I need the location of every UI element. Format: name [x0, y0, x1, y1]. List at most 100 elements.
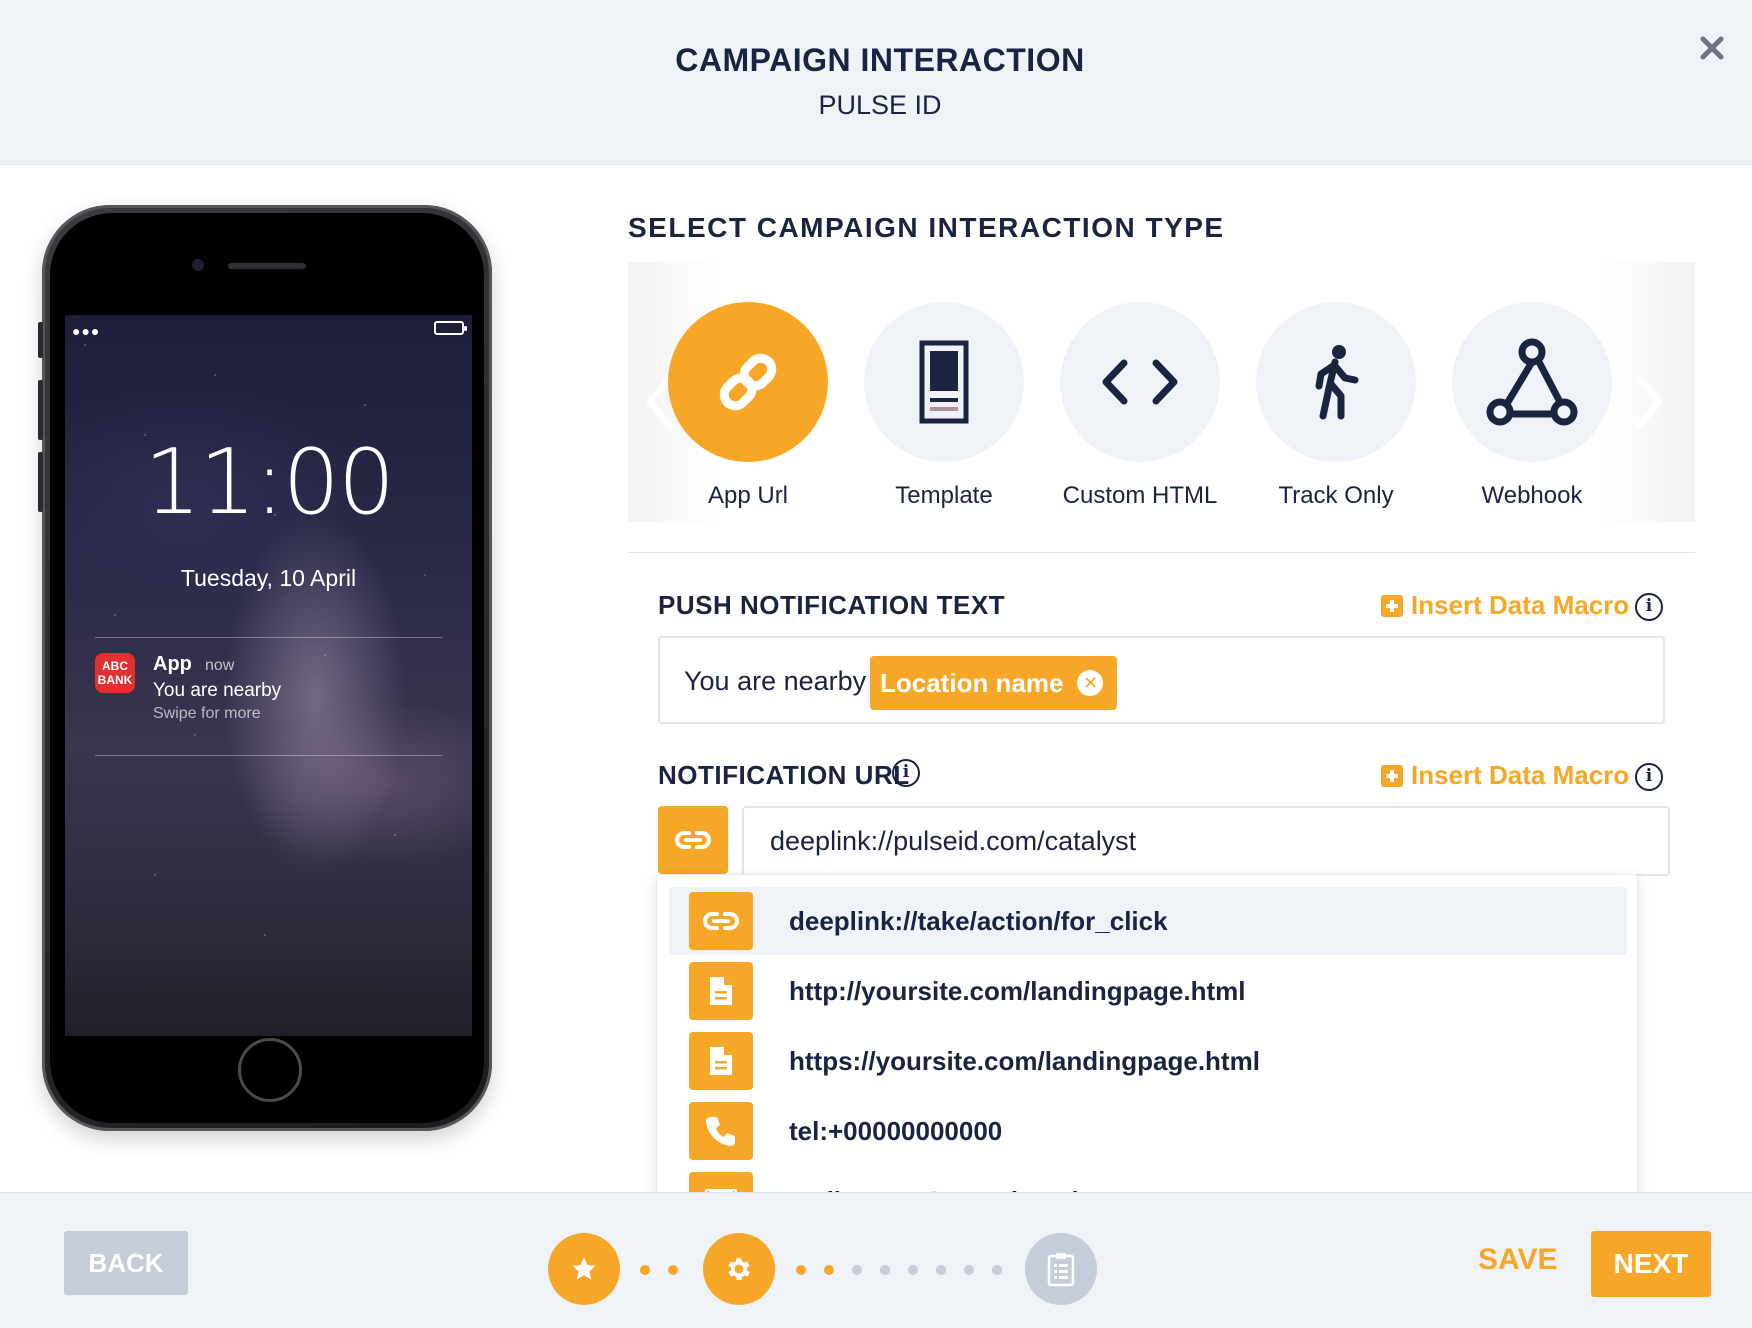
phone-camera: [192, 259, 204, 271]
plus-icon: [1381, 594, 1403, 617]
divider: [95, 755, 442, 756]
macro-chip: Location name ✕: [870, 656, 1118, 710]
suggestion-text: deeplink://take/action/for_click: [789, 905, 1168, 936]
save-button[interactable]: SAVE: [1478, 1243, 1557, 1277]
push-text-label: PUSH NOTIFICATION TEXT: [658, 590, 1006, 620]
close-icon: [1700, 36, 1724, 60]
section-divider: [628, 552, 1695, 553]
progress-dot: [936, 1265, 946, 1275]
notification-url-input[interactable]: [742, 806, 1670, 876]
interaction-type-carousel: App Url Template Custom HTML Track Only …: [628, 262, 1695, 522]
type-track-only-circle: [1256, 302, 1416, 462]
type-track-only[interactable]: Track Only: [1256, 302, 1416, 510]
back-button[interactable]: BACK: [64, 1231, 188, 1295]
suggestion-icon-box: [689, 892, 753, 950]
notification-card: ABC BANK App now You are nearby Swipe fo…: [95, 653, 442, 733]
phone-side-button: [38, 322, 43, 358]
link-icon: [703, 912, 739, 930]
push-text-input[interactable]: You are nearby Location name ✕: [658, 636, 1665, 724]
lock-clock: 11:00: [143, 430, 395, 535]
phone-speaker: [228, 263, 306, 269]
step-details[interactable]: [548, 1233, 620, 1305]
step-interaction[interactable]: [703, 1233, 775, 1305]
progress-dot: [824, 1265, 834, 1275]
suggestion-item[interactable]: http://yoursite.com/landingpage.html: [669, 957, 1627, 1025]
macro-chip-label: Location name: [880, 667, 1064, 698]
app-icon: ABC BANK: [95, 653, 135, 693]
info-icon[interactable]: i: [1635, 593, 1663, 621]
url-type-button[interactable]: [658, 806, 728, 874]
page-subtitle: PULSE ID: [818, 90, 942, 120]
carousel-next-button[interactable]: [1635, 372, 1665, 432]
suggestion-icon-box: [689, 1102, 753, 1160]
document-icon: [710, 1047, 732, 1075]
star-icon: [572, 1257, 596, 1280]
suggestion-icon-box: [689, 962, 753, 1020]
step-review[interactable]: [1025, 1233, 1097, 1305]
progress-dot: [964, 1265, 974, 1275]
suggestion-item[interactable]: tel:+00000000000: [669, 1097, 1627, 1165]
walking-person-icon: [1315, 345, 1359, 420]
divider: [95, 637, 442, 638]
plus-icon: [1381, 764, 1403, 787]
template-icon: [919, 340, 969, 424]
notification-hint: Swipe for more: [153, 705, 261, 722]
link-icon: [719, 353, 777, 411]
info-icon[interactable]: i: [892, 759, 920, 787]
type-app-url-circle: [668, 302, 828, 462]
progress-dot: [640, 1265, 650, 1275]
type-app-url[interactable]: App Url: [668, 302, 828, 510]
modal-header: CAMPAIGN INTERACTION PULSE ID: [0, 0, 1752, 165]
phone-volume-up: [38, 380, 43, 440]
code-icon: [1102, 359, 1178, 405]
signal-icon: ●●●: [72, 323, 101, 339]
gear-icon: [728, 1258, 750, 1280]
next-button[interactable]: NEXT: [1591, 1231, 1711, 1297]
type-label: Track Only: [1278, 482, 1394, 509]
notification-app-name: App: [153, 653, 192, 675]
phone-home-button: [238, 1038, 302, 1102]
suggestion-item[interactable]: https://yoursite.com/landingpage.html: [669, 1027, 1627, 1095]
suggestion-item[interactable]: deeplink://take/action/for_click: [669, 887, 1627, 955]
type-label: Template: [895, 482, 993, 509]
webhook-icon: [1486, 338, 1578, 426]
suggestion-text: tel:+00000000000: [789, 1115, 1003, 1146]
type-custom-html[interactable]: Custom HTML: [1060, 302, 1220, 510]
document-icon: [710, 977, 732, 1005]
type-label: Custom HTML: [1062, 482, 1218, 509]
type-label: App Url: [707, 482, 789, 509]
progress-dot: [992, 1265, 1002, 1275]
type-webhook-circle: [1452, 302, 1612, 462]
suggestion-text: http://yoursite.com/landingpage.html: [789, 975, 1246, 1006]
progress-dot: [908, 1265, 918, 1275]
type-webhook[interactable]: Webhook: [1452, 302, 1612, 510]
close-button[interactable]: [1692, 28, 1732, 68]
page-title: CAMPAIGN INTERACTION: [675, 42, 1085, 78]
suggestion-icon-box: [689, 1032, 753, 1090]
link-icon: [675, 831, 711, 849]
notification-url-label: NOTIFICATION URL: [658, 760, 910, 790]
type-label: Webhook: [1481, 482, 1583, 509]
progress-dot: [852, 1265, 862, 1275]
clipboard-icon: [1047, 1253, 1075, 1287]
type-template-circle: [864, 302, 1024, 462]
lock-date: Tuesday, 10 April: [180, 565, 357, 591]
url-insert-macro-button[interactable]: Insert Data Macro: [1381, 760, 1629, 791]
insert-macro-label: Insert Data Macro: [1411, 760, 1630, 790]
progress-dot: [668, 1265, 678, 1275]
type-template[interactable]: Template: [864, 302, 1024, 510]
phone-icon: [706, 1117, 735, 1146]
notification-time: now: [205, 657, 235, 674]
wizard-footer: BACK SAVE NEXT: [0, 1192, 1752, 1328]
remove-chip-icon[interactable]: ✕: [1077, 670, 1104, 696]
battery-icon: [434, 321, 467, 335]
progress-dot: [796, 1265, 806, 1275]
insert-macro-label: Insert Data Macro: [1411, 590, 1630, 620]
notification-message: You are nearby: [153, 680, 282, 701]
chevron-right-icon: [1636, 375, 1662, 429]
push-insert-macro-button[interactable]: Insert Data Macro: [1381, 590, 1629, 621]
phone-lock-screen: ●●● 11:00 Tuesday, 10 April ABC BANK App…: [65, 315, 472, 1036]
type-custom-html-circle: [1060, 302, 1220, 462]
info-icon[interactable]: i: [1635, 763, 1663, 791]
push-text-value: You are nearby: [684, 666, 867, 696]
